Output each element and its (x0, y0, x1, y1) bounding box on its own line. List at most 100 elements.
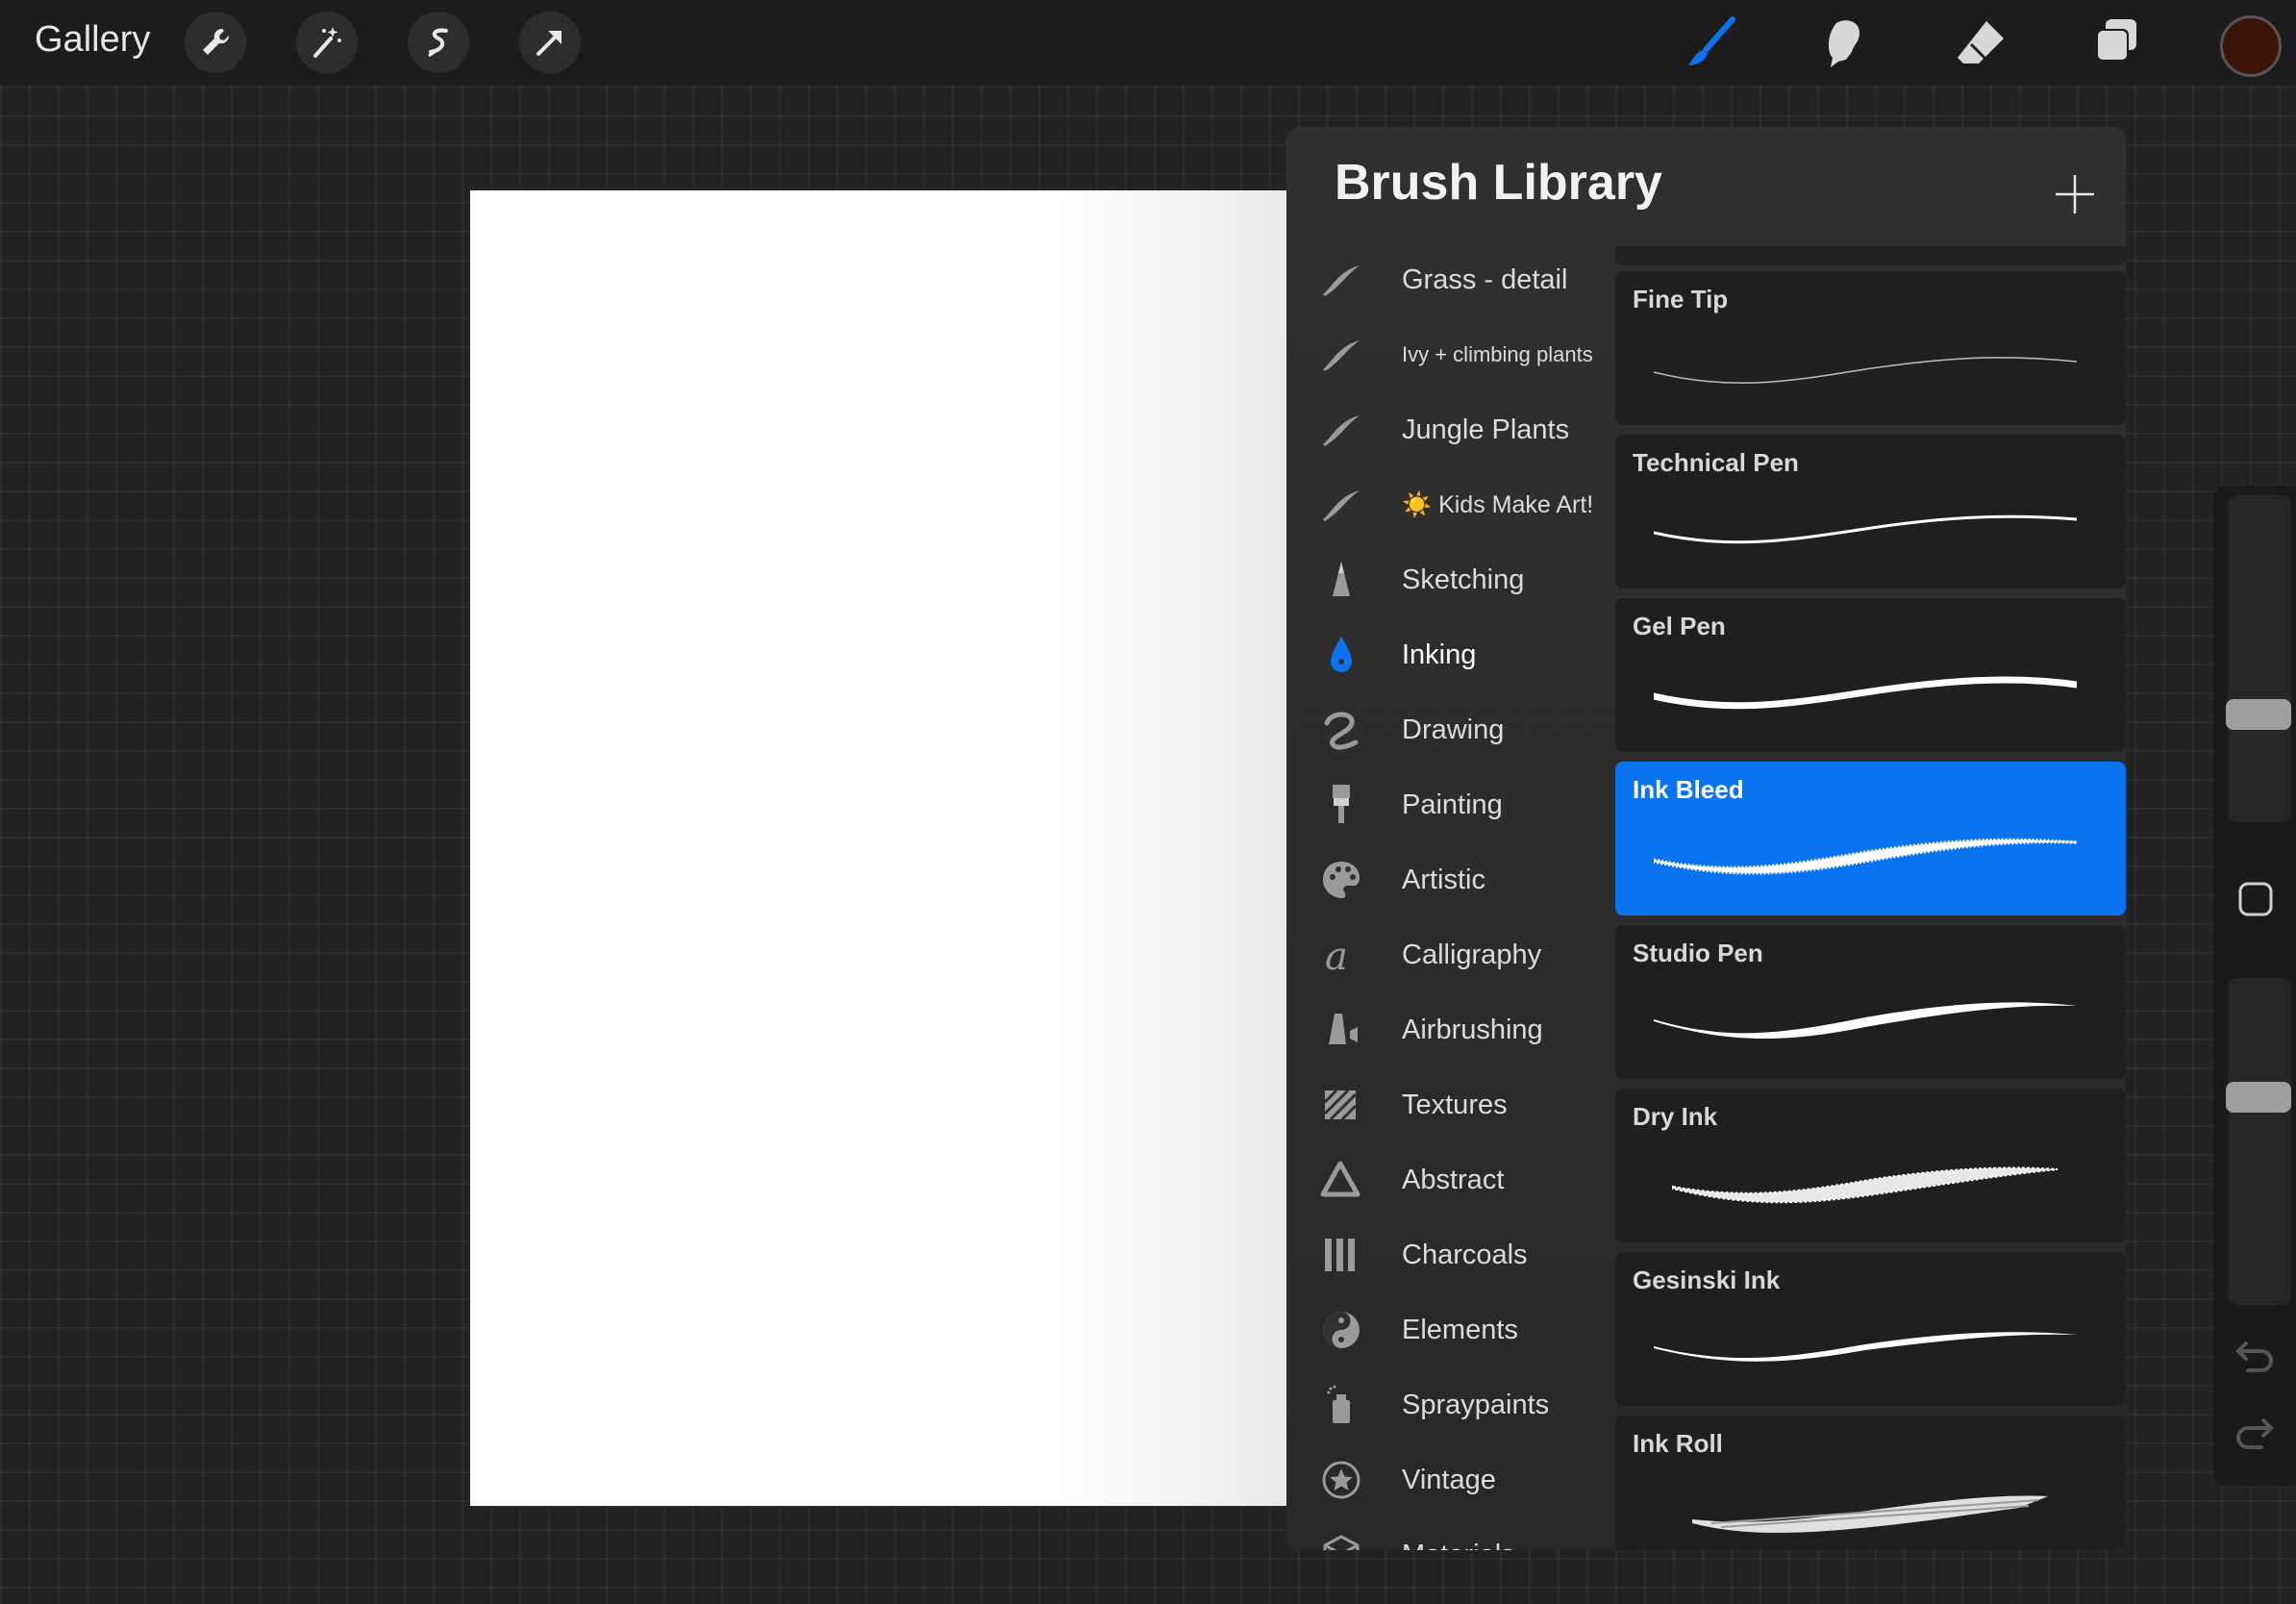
category-label: Spraypaints (1402, 1389, 1550, 1420)
brush-item[interactable]: Dry Ink (1615, 1089, 2126, 1242)
category-item[interactable]: Painting (1286, 771, 1613, 839)
drawing-canvas[interactable] (470, 190, 1286, 1506)
brush-library-panel: Brush Library Grass - detail Ivy + climb… (1286, 127, 2126, 1550)
brush-item[interactable]: Technical Pen (1615, 435, 2126, 589)
cube-icon (1317, 1531, 1365, 1550)
brush-stroke-preview (1654, 676, 2077, 710)
wrench-icon[interactable] (185, 12, 246, 73)
brush-list-top-edge (1615, 246, 2126, 265)
charcoal-sticks-icon (1317, 1231, 1365, 1279)
category-label: Inking (1402, 639, 1477, 670)
redo-icon[interactable] (2233, 1409, 2277, 1453)
brush-item[interactable]: Gesinski Ink (1615, 1252, 2126, 1406)
category-item-selected[interactable]: Inking (1286, 621, 1613, 689)
hatch-icon (1317, 1081, 1365, 1129)
brush-stroke-preview (1672, 1166, 2059, 1204)
gallery-button[interactable]: Gallery (35, 19, 150, 61)
category-label: Sketching (1402, 564, 1525, 595)
brush-item-selected[interactable]: Ink Bleed (1615, 762, 2126, 915)
category-label: Materials (1402, 1540, 1515, 1551)
right-sidebar (2213, 486, 2296, 1486)
magic-wand-icon[interactable] (296, 12, 358, 73)
brush-name: Ink Roll (1633, 1429, 1723, 1458)
category-item[interactable]: Sketching (1286, 546, 1613, 614)
category-label: Jungle Plants (1402, 414, 1570, 445)
ink-drop-icon (1317, 631, 1365, 679)
eraser-icon[interactable] (1952, 13, 2009, 71)
category-label: Artistic (1402, 864, 1485, 895)
category-item[interactable]: Drawing (1286, 696, 1613, 764)
modify-button[interactable] (2236, 880, 2275, 918)
stroke-icon (1317, 331, 1365, 379)
squiggle-icon (1317, 706, 1365, 754)
category-label: Ivy + climbing plants (1402, 342, 1593, 366)
category-label: Textures (1402, 1089, 1508, 1120)
brush-name: Dry Ink (1633, 1102, 1718, 1131)
category-item[interactable]: Materials (1286, 1521, 1613, 1550)
opacity-slider-thumb[interactable] (2226, 1082, 2291, 1113)
brush-size-slider-thumb[interactable] (2226, 699, 2291, 730)
brush-name: Ink Bleed (1633, 775, 1744, 804)
transform-arrow-icon[interactable] (519, 12, 581, 73)
pencil-tip-icon (1317, 556, 1365, 604)
paintbrush-icon (1317, 781, 1365, 829)
category-label: Charcoals (1402, 1239, 1528, 1270)
brush-item[interactable]: Fine Tip (1615, 271, 2126, 425)
undo-icon[interactable] (2233, 1332, 2277, 1376)
category-label: Drawing (1402, 714, 1505, 745)
category-item[interactable]: Elements (1286, 1296, 1613, 1364)
brush-name: Gel Pen (1633, 612, 1726, 640)
brush-stroke-preview (1654, 1002, 2077, 1040)
palette-icon (1317, 856, 1365, 904)
category-label: Vintage (1402, 1464, 1496, 1495)
opacity-slider[interactable] (2228, 978, 2291, 1305)
category-item[interactable]: Airbrushing (1286, 996, 1613, 1064)
yin-yang-icon (1317, 1306, 1365, 1354)
smudge-icon[interactable] (1817, 13, 1875, 71)
star-badge-icon (1317, 1456, 1365, 1504)
category-item[interactable]: Textures (1286, 1071, 1613, 1139)
brush-name: Technical Pen (1633, 448, 1799, 477)
stroke-icon (1317, 481, 1365, 529)
brush-item[interactable]: Gel Pen (1615, 598, 2126, 752)
category-label: Grass - detail (1402, 263, 1568, 295)
category-label: Airbrushing (1402, 1014, 1543, 1045)
brush-stroke-preview (1654, 357, 2077, 385)
category-item[interactable]: Artistic (1286, 846, 1613, 914)
color-swatch[interactable] (2220, 15, 2282, 77)
brush-stroke-preview (1654, 1332, 2077, 1362)
plus-icon (2056, 175, 2094, 213)
stroke-icon (1317, 406, 1365, 454)
layers-icon[interactable] (2086, 13, 2144, 71)
category-label: Elements (1402, 1314, 1518, 1345)
brush-item[interactable]: Ink Roll (1615, 1416, 2126, 1550)
brush-item[interactable]: Studio Pen (1615, 925, 2126, 1079)
brush-stroke-preview (1654, 838, 2077, 875)
svg-text:a: a (1325, 935, 1348, 977)
selection-icon[interactable] (408, 12, 469, 73)
category-item[interactable]: a Calligraphy (1286, 921, 1613, 989)
brush-name: Studio Pen (1633, 939, 1763, 967)
category-label: Abstract (1402, 1164, 1505, 1195)
category-item[interactable]: Spraypaints (1286, 1371, 1613, 1439)
brush-stroke-preview (1692, 1495, 2048, 1533)
category-item[interactable]: Ivy + climbing plants (1286, 321, 1613, 388)
brush-stroke-preview (1654, 514, 2077, 544)
script-a-icon: a (1317, 931, 1365, 979)
brush-name: Gesinski Ink (1633, 1266, 1781, 1294)
airbrush-icon (1317, 1006, 1365, 1054)
brush-icon[interactable] (1683, 13, 1740, 71)
add-brush-button[interactable] (2036, 156, 2113, 233)
category-item[interactable]: ☀️ Kids Make Art! (1286, 471, 1613, 539)
category-item[interactable]: Charcoals (1286, 1221, 1613, 1289)
brush-name: Fine Tip (1633, 285, 1729, 313)
stroke-icon (1317, 256, 1365, 304)
category-item[interactable]: Vintage (1286, 1446, 1613, 1514)
panel-title: Brush Library (1335, 155, 1662, 211)
category-item[interactable]: Grass - detail (1286, 246, 1613, 313)
brush-size-slider[interactable] (2228, 495, 2291, 822)
category-item[interactable]: Abstract (1286, 1146, 1613, 1214)
category-item[interactable]: Jungle Plants (1286, 396, 1613, 464)
category-label: Calligraphy (1402, 939, 1542, 970)
top-toolbar: Gallery (0, 0, 2296, 85)
